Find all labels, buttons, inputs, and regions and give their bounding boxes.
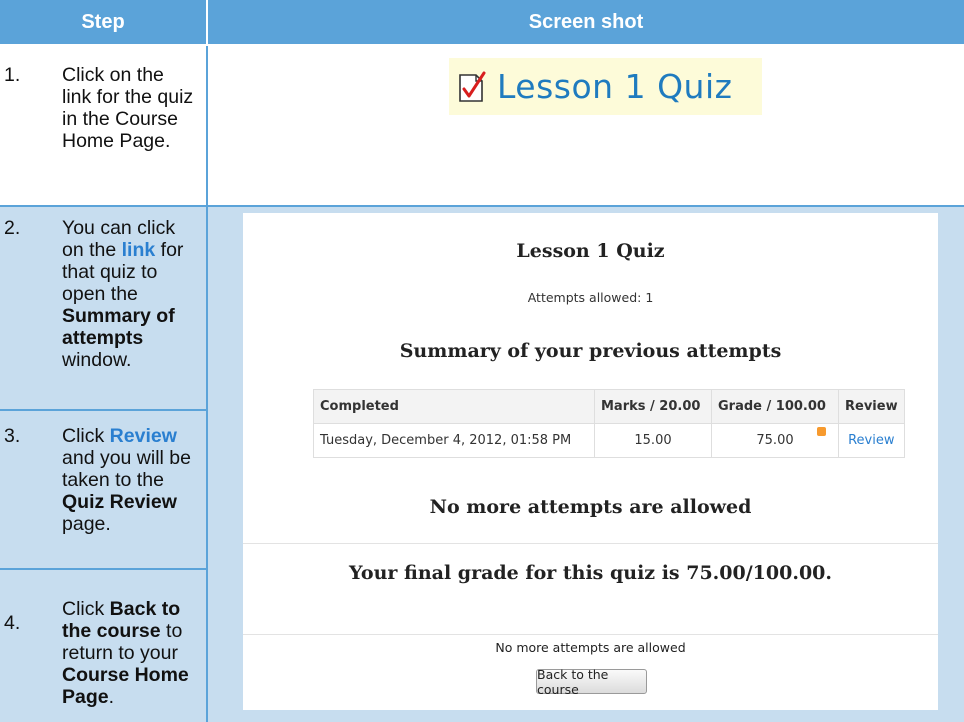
review-cell: Review — [838, 423, 905, 458]
table-header-row: Completed Marks / 20.00 Grade / 100.00 R… — [313, 389, 905, 424]
step-text: You can click on the link for that quiz … — [62, 217, 184, 371]
lesson-quiz-link-text[interactable]: Lesson 1 Quiz — [497, 67, 732, 106]
attempts-table: Completed Marks / 20.00 Grade / 100.00 R… — [313, 389, 905, 458]
step-number: 3. — [4, 425, 21, 447]
step-column-header: Step — [0, 0, 206, 44]
summary-heading: Summary of your previous attempts — [399, 340, 782, 362]
step-text: Click on the link for the quiz in the Co… — [62, 64, 194, 152]
step-number: 2. — [4, 217, 21, 239]
row-divider — [0, 409, 206, 411]
review-link[interactable]: Review — [848, 433, 894, 448]
divider — [243, 634, 938, 635]
marks-cell: 15.00 — [594, 423, 712, 458]
step-1-cell: 1. Click on the link for the quiz in the… — [0, 46, 206, 205]
quiz-summary-panel: Lesson 1 Quiz Attempts allowed: 1 Summar… — [243, 213, 938, 710]
no-more-attempts-heading: No more attempts are allowed — [429, 496, 752, 518]
feedback-badge-icon[interactable] — [817, 427, 826, 436]
step-2-cell: 2. You can click on the link for that qu… — [0, 207, 206, 409]
divider — [243, 543, 938, 544]
review-header: Review — [838, 389, 905, 424]
final-grade-heading: Your final grade for this quiz is 75.00/… — [349, 562, 832, 584]
quiz-title: Lesson 1 Quiz — [516, 240, 665, 262]
back-to-course-button[interactable]: Back to the course — [536, 667, 647, 697]
quiz-checkmark-icon — [459, 71, 486, 102]
step-3-cell: 3. Click Review and you will be taken to… — [0, 411, 206, 568]
step-number: 1. — [4, 64, 21, 86]
step-text: Click Back to the course to return to yo… — [62, 598, 189, 708]
marks-header: Marks / 20.00 — [594, 389, 712, 424]
step-text: Click Review and you will be taken to th… — [62, 425, 191, 535]
row-divider — [0, 568, 206, 570]
no-more-attempts-text: No more attempts are allowed — [495, 640, 686, 655]
table-row: Tuesday, December 4, 2012, 01:58 PM 15.0… — [313, 423, 905, 458]
lesson-quiz-link[interactable]: Lesson 1 Quiz — [449, 58, 762, 115]
attempts-allowed: Attempts allowed: 1 — [527, 290, 654, 305]
completed-cell: Tuesday, December 4, 2012, 01:58 PM — [313, 423, 595, 458]
instruction-table: Step Screen shot 1. Click on the link fo… — [0, 0, 964, 722]
completed-header: Completed — [313, 389, 595, 424]
grade-header: Grade / 100.00 — [711, 389, 839, 424]
grade-cell: 75.00 — [711, 423, 839, 458]
step-4-cell: 4. Click Back to the course to return to… — [0, 570, 206, 722]
screenshot-column-header: Screen shot — [208, 0, 964, 44]
step-number: 4. — [4, 612, 21, 634]
